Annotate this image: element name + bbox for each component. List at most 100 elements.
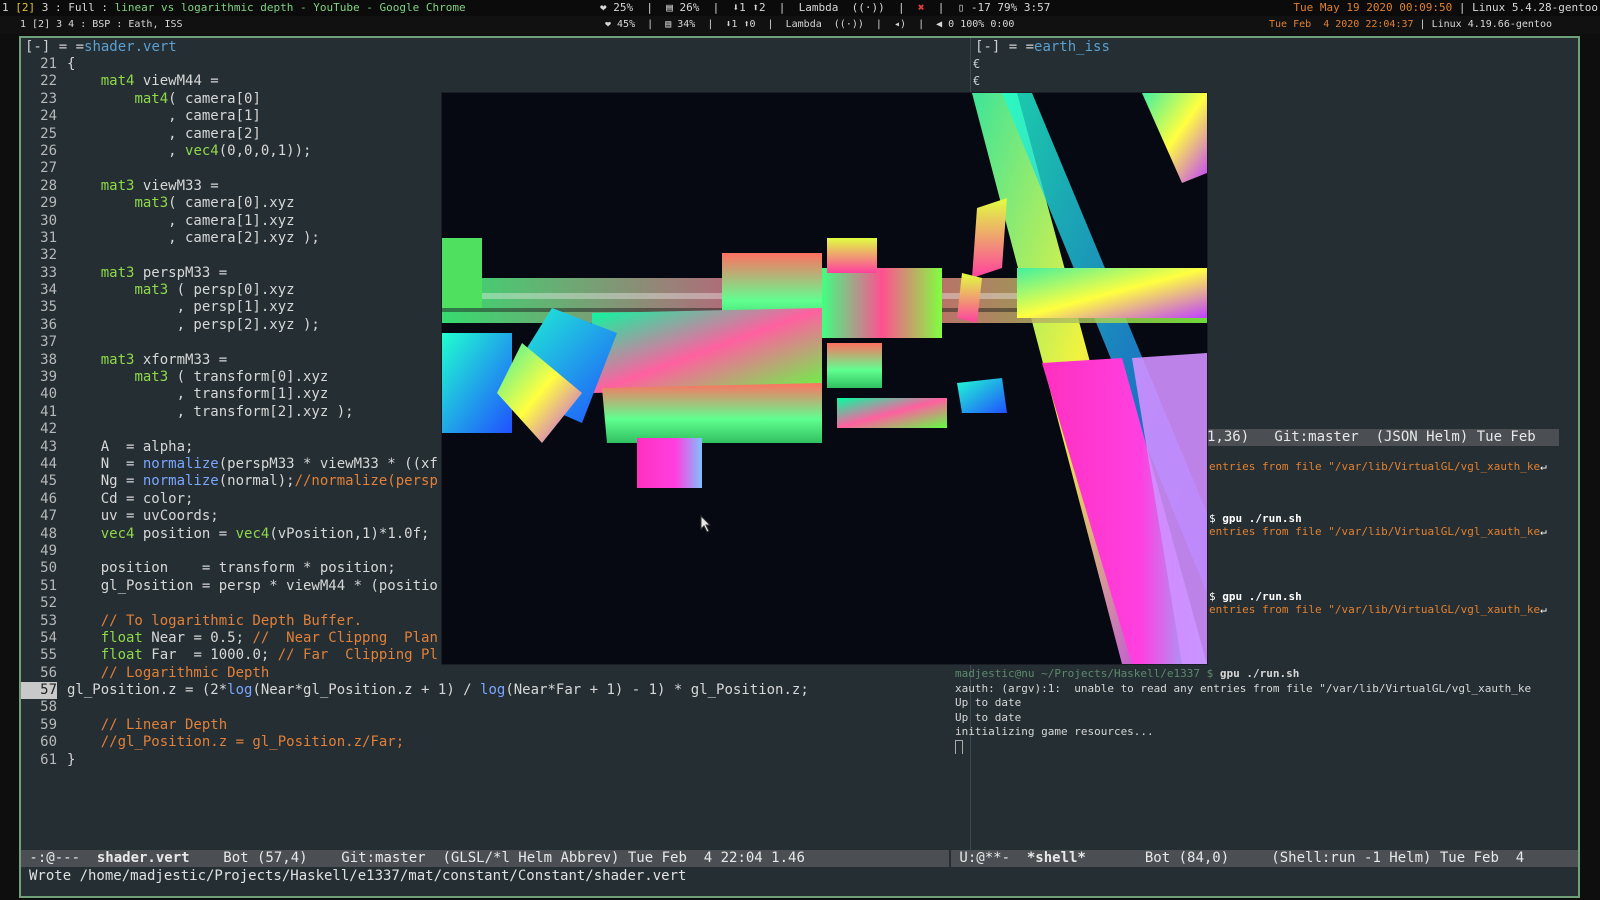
shell-fragment-line [1209,564,1559,577]
shell-fragment-line [1209,473,1559,486]
shell-fragment-line: $ gpu ./run.sh [1209,512,1559,525]
line-number: 51 [40,577,57,594]
battery-text: | ▯ -17 79% 3:57 [924,1,1051,14]
shell-fragment-line [1209,538,1559,551]
line-number: 25 [40,125,57,142]
inner-clock-area: Tue Feb 4 2020 22:04:37 | Linux 4.19.66-… [1269,16,1552,34]
inner-system-stats: ❤ 45% | ▤ 34% | ⬇1 ⬆0 | Lambda ((·)) | ◂… [605,19,1015,30]
code-line[interactable]: 61} [21,752,970,769]
mouse-pointer-icon [700,515,712,533]
code-text: , camera[1].xyz [67,212,295,229]
line-number: 23 [40,90,57,107]
code-text: } [67,751,76,768]
inner-status-bar: 1 [2] 3 4 : BSP : Eath, ISS ❤ 45% | ▤ 34… [0,16,1600,34]
line-number: 24 [40,108,57,125]
kernel-version: | Linux 5.4.28-gentoo [1452,1,1598,14]
code-text: , camera[2].xyz ); [67,229,320,246]
modeline-info-right: Bot (84,0) (Shell:run -1 Helm) Tue Feb 4 [1085,850,1525,866]
code-text: Cd = color; [67,490,194,507]
code-text: float Near = 0.5; // Near Clippng Plan [100,629,438,646]
code-line[interactable]: 56 // Logarithmic Depth [21,665,970,682]
mute-icon[interactable]: ✖ [918,1,925,14]
right-window-header: [-] = =earth_iss [971,38,1579,56]
code-text: , persp[1].xyz [67,299,295,316]
code-text: N = normalize(perspM33 * viewM33 * ((xf [67,455,438,472]
line-number: 57 [21,682,57,700]
modeline-buffer-name-right[interactable]: *shell* [1027,850,1086,866]
line-number: 42 [40,421,57,438]
continuation-arrow-icon: € [973,57,981,71]
json-modeline-fragment: 1,36) Git:master (JSON Helm) Tue Feb [1207,429,1559,446]
line-number: 35 [40,299,57,316]
header-prefix-right: [-] = = [975,39,1035,55]
shell-fragment-text: entries from file "/var/lib/VirtualGL/vg… [1209,525,1541,538]
code-text: , camera[2] [67,125,261,142]
inner-kernel-version: | Linux 4.19.66-gentoo [1413,19,1552,30]
line-number: 47 [40,508,57,525]
shell-fragment-prefix: $ [1209,590,1223,603]
code-text: mat4 viewM44 = [100,73,219,90]
line-number: 43 [40,438,57,455]
code-text: mat3 xformM33 = [100,351,228,368]
shell-prompt: madjestic@nu ~/Projects/Haskell/e1337 $ [955,667,1220,680]
workspace-indicator: 1 [2] 3 : Full : linear vs logarithmic d… [2,0,466,15]
modeline-info: Bot (57,4) Git:master (GLSL/*l Helm Abbr… [189,850,805,866]
workspace-layout: 3 : Full : [35,1,115,14]
code-line[interactable]: 60 //gl_Position.z = gl_Position.z/Far; [21,734,970,751]
code-line[interactable]: 21 { [21,56,970,73]
code-text: //gl_Position.z = gl_Position.z/Far; [100,734,405,751]
code-line[interactable]: 22 mat4 viewM44 = [21,73,970,90]
left-modeline: -:@--- shader.vert Bot (57,4) Git:master… [21,850,949,867]
system-stats: ❤ 25% | ▤ 26% | ⬇1 ⬆2 | Lambda ((·)) | ✖… [600,0,1050,15]
line-number: 56 [40,664,57,681]
code-line[interactable]: 57 gl_Position.z = (2*log(Near*gl_Positio… [21,682,970,700]
active-workspace[interactable]: [2] [15,1,35,14]
code-text: , persp[2].xyz ); [67,316,320,333]
code-line[interactable]: 58 [21,699,970,716]
shell-fragment-line: entries from file "/var/lib/VirtualGL/vg… [1209,603,1559,616]
modeline-state: -:@--- [21,850,97,866]
code-text: { [67,56,76,72]
wrap-arrow-icon: ↵ [1540,603,1547,616]
line-number: 22 [40,73,57,90]
shell-fragment-text: entries from file "/var/lib/VirtualGL/vg… [1209,603,1541,616]
code-text: A = alpha; [67,438,194,455]
line-number: 44 [40,455,57,472]
line-number: 46 [40,490,57,507]
shell-line: Up to date [955,696,1022,709]
modeline-buffer-name[interactable]: shader.vert [97,850,190,866]
line-number: 54 [40,629,57,646]
line-number: 37 [40,334,57,351]
code-text: , transform[1].xyz [67,386,329,403]
code-text: // To logarithmic Depth Buffer. [100,612,363,629]
header-filename[interactable]: shader.vert [84,39,177,55]
line-number: 32 [40,247,57,264]
shell-fragment-line [1209,499,1559,512]
shell-fragment-line [1209,551,1559,564]
continuation-markers: € € [971,56,980,90]
line-number: 61 [40,751,57,768]
line-number: 52 [40,595,57,612]
line-number: 48 [40,525,57,542]
code-text: mat3 perspM33 = [100,264,228,281]
window-title: linear vs logarithmic depth - YouTube - … [114,1,466,14]
header-filename-right[interactable]: earth_iss [1034,39,1110,55]
shell-fragment-line: $ gpu ./run.sh [1209,590,1559,603]
shell-output[interactable]: madjestic@nu ~/Projects/Haskell/e1337 $ … [955,667,1555,754]
code-text: mat3( camera[0].xyz [134,195,295,212]
shell-fragment-line [1209,577,1559,590]
code-line[interactable]: 59 // Linear Depth [21,717,970,734]
opengl-render-window[interactable] [441,92,1208,665]
code-text: // Linear Depth [100,716,228,733]
shell-command: gpu ./run.sh [1219,667,1300,680]
shell-line: Up to date [955,710,1022,724]
code-text: float Far = 1000.0; // Far Clipping Pl [100,647,438,664]
line-number: 60 [40,734,57,751]
line-number: 59 [40,716,57,733]
line-number: 30 [40,212,57,229]
code-text: , camera[1] [67,108,261,125]
code-text: , vec4(0,0,0,1)); [67,142,312,159]
code-text: gl_Position.z = (2*log(Near*gl_Position.… [67,682,809,699]
line-number: 55 [40,647,57,664]
line-number: 45 [40,473,57,490]
